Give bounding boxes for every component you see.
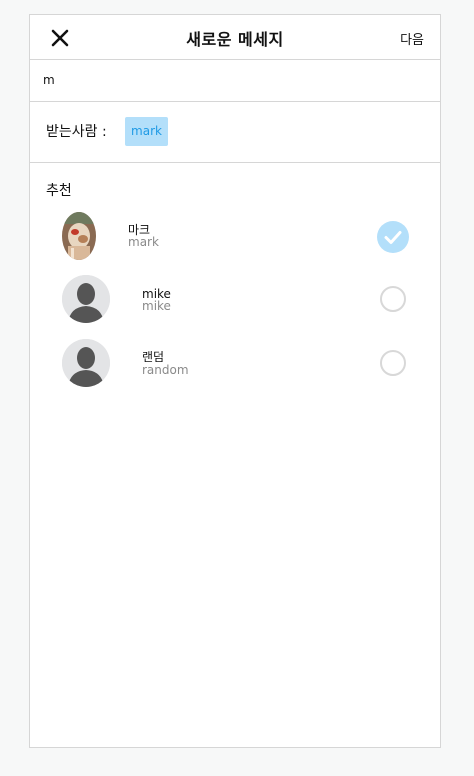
- select-toggle[interactable]: [380, 350, 406, 376]
- avatar: [62, 275, 110, 323]
- suggestion-row[interactable]: 랜덤 random: [30, 339, 440, 395]
- user-silhouette-icon: [62, 339, 110, 387]
- recipients-label: 받는사람 :: [46, 124, 107, 140]
- suggestion-username: mike: [142, 299, 171, 313]
- suggestions-title: 추천: [46, 183, 72, 199]
- suggestion-username: mark: [128, 235, 159, 249]
- avatar: [62, 212, 96, 260]
- page-title: 새로운 메세지: [186, 30, 284, 49]
- user-silhouette-icon: [62, 275, 110, 323]
- suggestion-row[interactable]: mike mike: [30, 275, 440, 331]
- suggestion-row[interactable]: 마크 mark: [30, 212, 440, 268]
- suggestion-username: random: [142, 363, 189, 377]
- select-toggle[interactable]: [380, 286, 406, 312]
- next-button[interactable]: 다음: [400, 29, 424, 48]
- new-message-panel: 새로운 메세지 다음 받는사람 : mark 추천 마크 mark: [29, 14, 441, 748]
- recipient-chip[interactable]: mark: [125, 117, 168, 146]
- checkmark-icon: [384, 231, 402, 244]
- header: 새로운 메세지 다음: [30, 15, 440, 60]
- search-input[interactable]: [43, 71, 423, 89]
- recipients-bar: 받는사람 : mark: [30, 101, 440, 163]
- select-toggle[interactable]: [377, 221, 409, 253]
- avatar-photo-icon: [62, 212, 96, 260]
- avatar: [62, 339, 110, 387]
- search-bar: [30, 59, 440, 102]
